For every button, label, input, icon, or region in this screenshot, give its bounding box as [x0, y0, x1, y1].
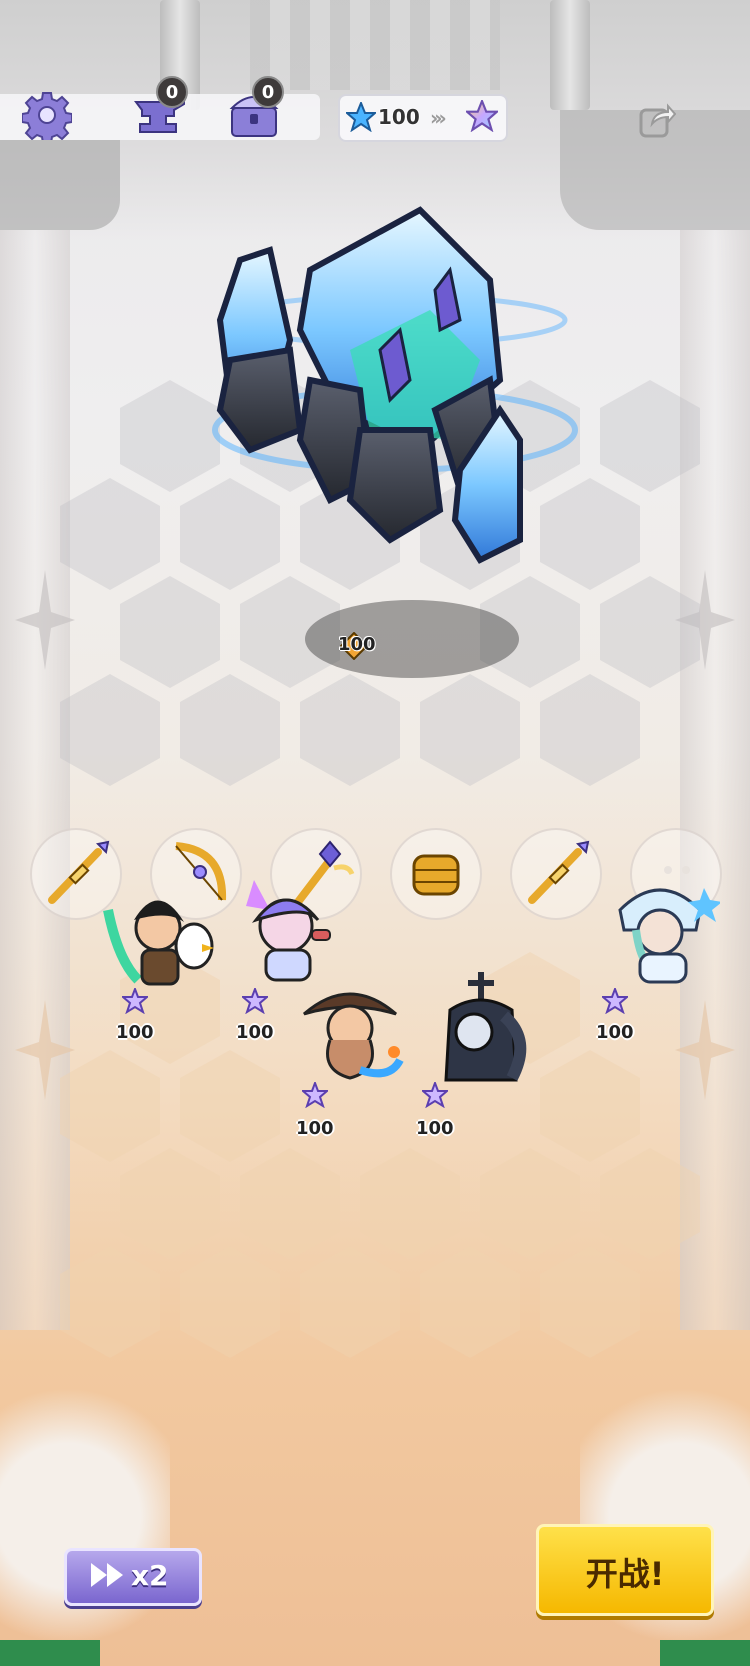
hero-level: 100: [296, 1118, 334, 1139]
item-slot[interactable]: [510, 828, 602, 920]
left-hedge: [0, 1640, 100, 1666]
ornament-star-icon: [675, 1000, 735, 1100]
hero-level: 100: [116, 1022, 154, 1043]
left-pillar: [0, 230, 70, 1330]
star-level-bar[interactable]: 100 ›››: [338, 94, 508, 142]
hex-cell[interactable]: [60, 1246, 160, 1358]
hex-cell[interactable]: [60, 674, 160, 786]
chevron-right-icon: ›››: [430, 106, 447, 130]
hex-cell[interactable]: [180, 674, 280, 786]
hex-cell[interactable]: [60, 478, 160, 590]
rainbow-star-icon: [466, 100, 498, 132]
hero-star-icon: [242, 988, 268, 1014]
pirate-hero-icon[interactable]: [290, 970, 410, 1090]
arch-column: [550, 0, 590, 110]
golden-gauntlet-icon: [412, 854, 460, 896]
hero-level: 100: [236, 1022, 274, 1043]
ice-maiden-hero-icon[interactable]: [600, 870, 720, 990]
hex-cell[interactable]: [420, 674, 520, 786]
speed-toggle-button[interactable]: x2: [64, 1548, 202, 1606]
ice-crystal-golem-icon[interactable]: [200, 180, 590, 600]
golden-spear-icon: [528, 840, 590, 904]
boss-level: 100: [338, 634, 376, 655]
share-icon[interactable]: [638, 102, 676, 140]
speed-label: x2: [131, 1559, 169, 1592]
hex-cell[interactable]: [180, 1050, 280, 1162]
anvil-count-badge: 0: [156, 76, 188, 108]
start-battle-button[interactable]: 开战!: [536, 1524, 714, 1616]
hero-star-icon: [602, 988, 628, 1014]
boss-level-badge: 100: [338, 632, 378, 660]
gear-icon[interactable]: [22, 90, 72, 140]
right-tower-decoration: [580, 1366, 750, 1666]
nun-hero-icon[interactable]: [420, 970, 540, 1090]
hero-star-icon: [302, 1082, 328, 1108]
hex-cell[interactable]: [480, 1148, 580, 1260]
hex-cell[interactable]: [60, 1050, 160, 1162]
hex-cell[interactable]: [540, 674, 640, 786]
hex-cell[interactable]: [300, 1246, 400, 1358]
stained-glass-window: [250, 0, 500, 90]
hex-cell[interactable]: [360, 1148, 460, 1260]
star-level-value: 100: [378, 105, 420, 129]
hero-star-icon: [122, 988, 148, 1014]
start-battle-label: 开战!: [585, 1555, 665, 1593]
hex-cell[interactable]: [540, 1246, 640, 1358]
left-tower-decoration: [0, 1366, 170, 1666]
hex-cell[interactable]: [240, 1148, 340, 1260]
hero-level: 100: [416, 1118, 454, 1139]
hex-cell[interactable]: [540, 1050, 640, 1162]
chest-count-badge: 0: [252, 76, 284, 108]
item-slot[interactable]: [390, 828, 482, 920]
hex-cell[interactable]: [180, 1246, 280, 1358]
blue-star-icon: [346, 102, 376, 132]
ornament-star-icon: [15, 570, 75, 670]
right-pillar: [680, 230, 750, 1330]
hex-cell[interactable]: [300, 674, 400, 786]
hex-cell[interactable]: [420, 1246, 520, 1358]
right-hedge: [660, 1640, 750, 1666]
left-balcony: [0, 140, 120, 230]
hero-star-icon: [422, 1082, 448, 1108]
hero-level: 100: [596, 1022, 634, 1043]
fast-forward-icon: [91, 1563, 123, 1587]
hex-cell[interactable]: [120, 1148, 220, 1260]
beast-tamer-hero-icon[interactable]: [98, 880, 218, 1000]
